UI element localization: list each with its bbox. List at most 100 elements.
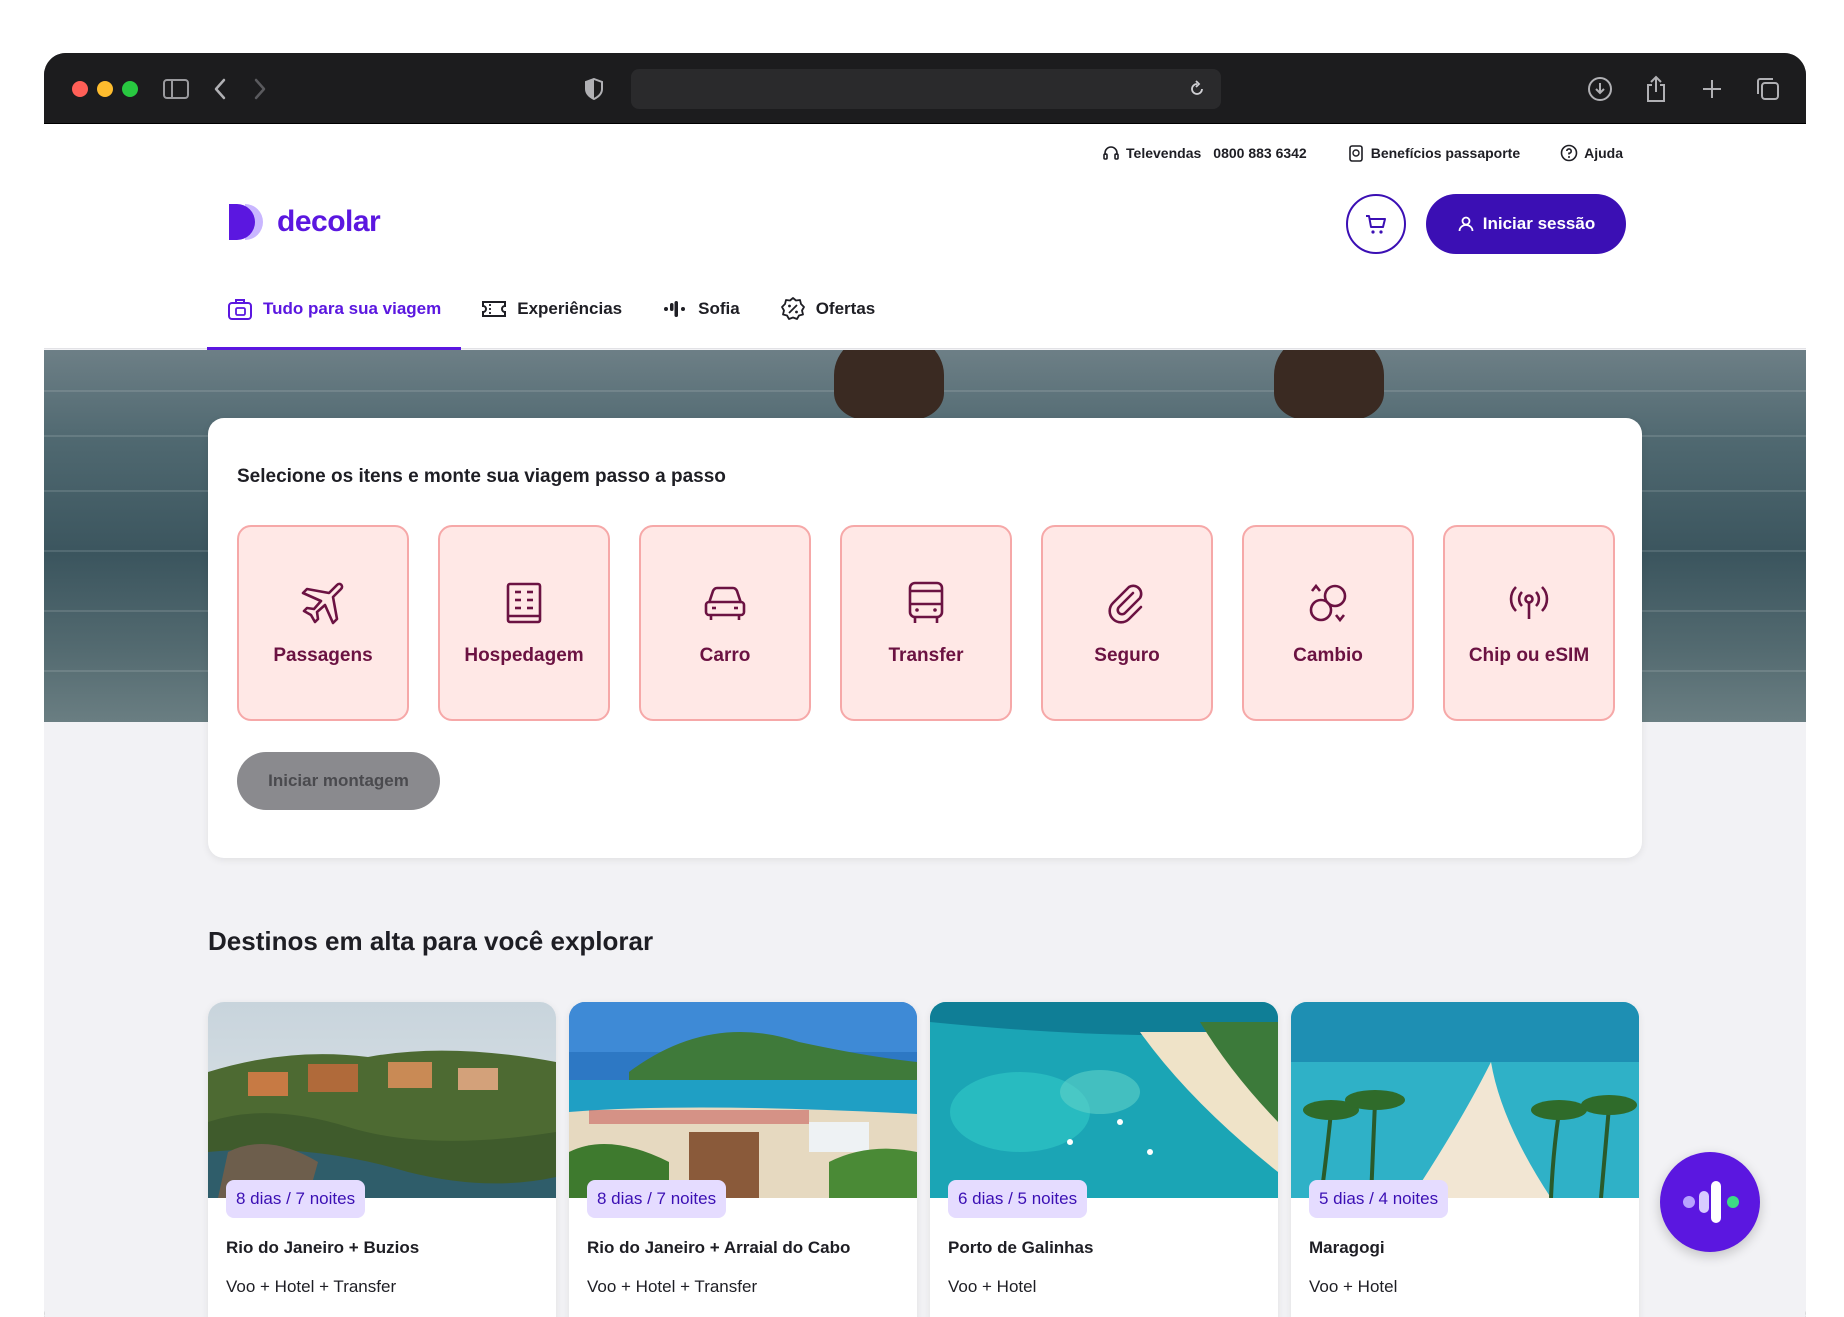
- destination-name: Maragogi: [1309, 1238, 1385, 1257]
- duration-badge: 5 dias / 4 noites: [1309, 1180, 1449, 1218]
- builder-item-label: Passagens: [273, 645, 373, 666]
- browser-toolbar: [44, 53, 1806, 124]
- user-icon: [1458, 216, 1474, 232]
- beneficios-label: Benefícios passaporte: [1370, 145, 1521, 161]
- browser-window: Televendas 0800 883 6342 Benefícios pass…: [44, 53, 1806, 1317]
- download-icon[interactable]: [1584, 73, 1616, 105]
- ajuda-label: Ajuda: [1584, 145, 1623, 161]
- builder-item-label: Seguro: [1094, 645, 1160, 666]
- builder-item-seguro[interactable]: Seguro: [1041, 525, 1213, 721]
- package-type: Voo + Hotel + Transfer: [226, 1277, 397, 1296]
- tab-tudo-para-sua-viagem[interactable]: Tudo para sua viagem: [207, 269, 462, 350]
- paperclip-icon: [1108, 584, 1143, 624]
- destination-image: [208, 1002, 556, 1198]
- tab-ofertas[interactable]: Ofertas: [760, 269, 896, 349]
- builder-item-label: Cambio: [1293, 645, 1363, 666]
- sofia-icon: [664, 301, 686, 317]
- destination-card[interactable]: 5 dias / 4 noites Maragogi Voo + Hotel: [1291, 1002, 1639, 1317]
- address-bar[interactable]: [631, 69, 1221, 109]
- login-label: Iniciar sessão: [1482, 214, 1596, 233]
- destinations-title: Destinos em alta para você explorar: [208, 926, 654, 956]
- passport-icon: [1348, 145, 1363, 162]
- builder-item-label: Chip ou eSIM: [1468, 645, 1590, 666]
- builder-title: Selecione os itens e monte sua viagem pa…: [237, 466, 726, 487]
- trip-builder-card: Selecione os itens e monte sua viagem pa…: [208, 418, 1642, 858]
- forward-icon[interactable]: [244, 73, 276, 105]
- sofia-assistant-button[interactable]: [1660, 1152, 1760, 1252]
- hero-swimmer: [1274, 350, 1384, 420]
- discount-badge-icon: [780, 297, 805, 320]
- destination-image: [569, 1002, 917, 1198]
- destination-name: Rio do Janeiro + Arraial do Cabo: [587, 1238, 851, 1257]
- brand-name: decolar: [277, 205, 381, 238]
- page: Televendas 0800 883 6342 Benefícios pass…: [44, 124, 1806, 1317]
- builder-item-passagens[interactable]: Passagens: [237, 525, 409, 721]
- builder-items: Passagens Hospedagem Carro Transfer Segu…: [237, 525, 1615, 721]
- headset-icon: [1103, 146, 1119, 160]
- login-button[interactable]: Iniciar sessão: [1426, 194, 1626, 254]
- sidebar-toggle-icon[interactable]: [160, 73, 192, 105]
- builder-item-transfer[interactable]: Transfer: [840, 525, 1012, 721]
- utility-bar: Televendas 0800 883 6342 Benefícios pass…: [1102, 144, 1623, 162]
- package-type: Voo + Hotel + Transfer: [587, 1277, 758, 1296]
- hero-swimmer: [834, 350, 944, 420]
- logo-mark: [227, 202, 267, 242]
- destination-image: [930, 1002, 1278, 1198]
- currency-exchange-icon: [1309, 583, 1347, 623]
- tab-label: Sofia: [698, 299, 740, 318]
- back-icon[interactable]: [204, 73, 236, 105]
- package-type: Voo + Hotel: [1309, 1277, 1398, 1296]
- brand-logo[interactable]: decolar: [227, 202, 381, 242]
- tab-label: Tudo para sua viagem: [263, 299, 442, 318]
- destination-name: Porto de Galinhas: [948, 1238, 1094, 1257]
- tab-label: Experiências: [517, 299, 623, 318]
- shield-icon[interactable]: [578, 73, 610, 105]
- building-icon: [506, 582, 542, 624]
- cart-icon: [1366, 215, 1386, 234]
- tab-overview-icon[interactable]: [1752, 73, 1784, 105]
- package-type: Voo + Hotel: [948, 1277, 1037, 1296]
- destination-name: Rio do Janeiro + Buzios: [226, 1238, 420, 1257]
- televendas-link[interactable]: Televendas 0800 883 6342: [1102, 144, 1307, 162]
- ajuda-link[interactable]: Ajuda: [1560, 144, 1623, 162]
- signal-icon: [1509, 586, 1549, 619]
- new-tab-icon[interactable]: [1696, 73, 1728, 105]
- tab-experiencias[interactable]: Experiências: [461, 269, 642, 349]
- duration-badge: 6 dias / 5 noites: [948, 1180, 1088, 1218]
- share-icon[interactable]: [1640, 73, 1672, 105]
- cart-button[interactable]: [1346, 194, 1406, 254]
- builder-item-label: Transfer: [888, 645, 964, 666]
- bus-icon: [908, 581, 944, 623]
- builder-item-label: Hospedagem: [464, 645, 584, 666]
- reload-icon[interactable]: [1183, 75, 1211, 103]
- televendas-phone: 0800 883 6342: [1213, 145, 1307, 161]
- builder-item-cambio[interactable]: Cambio: [1242, 525, 1414, 721]
- airplane-icon: [301, 582, 344, 625]
- suitcase-icon: [228, 299, 252, 320]
- help-icon: [1560, 144, 1578, 162]
- destination-card[interactable]: 8 dias / 7 noites Rio do Janeiro + Arrai…: [569, 1002, 917, 1317]
- sofia-icon: [1683, 1181, 1739, 1223]
- minimize-window-button[interactable]: [97, 81, 113, 97]
- maximize-window-button[interactable]: [122, 81, 138, 97]
- tab-label: Ofertas: [815, 299, 876, 318]
- screen: Televendas 0800 883 6342 Benefícios pass…: [0, 0, 1844, 1317]
- beneficios-link[interactable]: Benefícios passaporte: [1347, 144, 1520, 162]
- duration-badge: 8 dias / 7 noites: [226, 1180, 366, 1218]
- start-assembly-button[interactable]: Iniciar montagem: [237, 752, 440, 810]
- car-icon: [704, 586, 746, 620]
- tab-sofia[interactable]: Sofia: [642, 269, 760, 349]
- destination-card[interactable]: 6 dias / 5 noites Porto de Galinhas Voo …: [930, 1002, 1278, 1317]
- ticket-icon: [482, 301, 507, 317]
- site-header: Televendas 0800 883 6342 Benefícios pass…: [44, 124, 1806, 350]
- close-window-button[interactable]: [72, 81, 88, 97]
- builder-item-hospedagem[interactable]: Hospedagem: [438, 525, 610, 721]
- destinations-list: 8 dias / 7 noites Rio do Janeiro + Buzio…: [208, 1002, 1639, 1317]
- builder-item-chip-esim[interactable]: Chip ou eSIM: [1443, 525, 1615, 721]
- destination-card[interactable]: 8 dias / 7 noites Rio do Janeiro + Buzio…: [208, 1002, 556, 1317]
- destination-image: [1291, 1002, 1639, 1198]
- builder-item-label: Carro: [699, 645, 751, 666]
- builder-item-carro[interactable]: Carro: [639, 525, 811, 721]
- televendas-label: Televendas: [1126, 145, 1202, 161]
- main-nav: Tudo para sua viagem Experiências Sofia …: [207, 269, 896, 350]
